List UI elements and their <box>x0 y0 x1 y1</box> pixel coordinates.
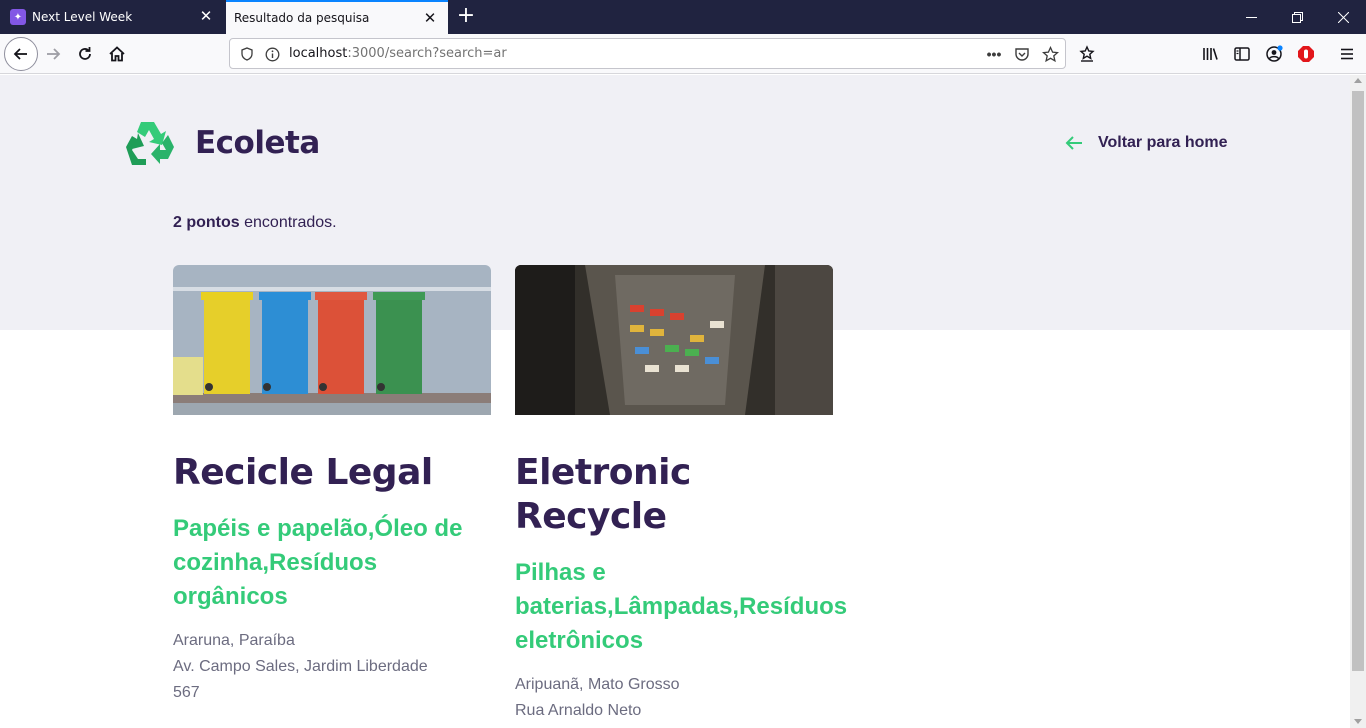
close-window-button[interactable] <box>1320 0 1366 34</box>
restore-icon <box>1291 11 1303 23</box>
forward-icon <box>47 48 61 60</box>
back-icon <box>13 48 27 60</box>
new-tab-button[interactable]: + <box>455 5 477 27</box>
point-street: Rua Arnaldo Neto <box>515 702 642 719</box>
url-path: :3000/search?search=ar <box>347 46 507 61</box>
point-street: Av. Campo Sales, Jardim Liberdade <box>173 658 428 675</box>
forward-button[interactable] <box>38 39 68 69</box>
recycle-icon <box>126 122 174 165</box>
logo[interactable]: Ecoleta <box>124 120 320 166</box>
page-actions-icon[interactable]: ••• <box>985 45 1003 63</box>
menu-button[interactable] <box>1332 39 1362 69</box>
url-host: localhost <box>289 46 348 61</box>
sidebar-button[interactable] <box>1227 39 1257 69</box>
results-count-text: encontrados. <box>239 214 337 231</box>
arrow-left-icon <box>1065 136 1082 150</box>
point-city-state: Aripuanã, Mato Grosso <box>515 676 680 693</box>
point-address: Aripuanã, Mato Grosso Rua Arnaldo Neto 9… <box>515 672 835 728</box>
minimize-icon <box>1245 16 1257 18</box>
save-to-pocket-button[interactable] <box>1072 39 1102 69</box>
tracking-shield-icon[interactable] <box>238 45 256 63</box>
restore-button[interactable] <box>1274 0 1320 34</box>
scroll-down-arrow-icon[interactable] <box>1354 719 1362 724</box>
browser-tab-bar: ✦ Next Level Week ✕ Resultado da pesquis… <box>0 0 1366 34</box>
point-number: 567 <box>173 684 200 701</box>
point-name: Recicle Legal <box>173 452 433 493</box>
rocket-favicon-icon: ✦ <box>10 9 26 25</box>
close-tab-icon[interactable]: ✕ <box>422 10 438 26</box>
tab-title: Resultado da pesquisa <box>234 11 370 25</box>
hamburger-menu-icon <box>1341 48 1353 60</box>
url-bar[interactable]: localhost:3000/search?search=ar ••• <box>229 38 1066 69</box>
bookmark-star-icon[interactable] <box>1041 45 1059 63</box>
point-address: Araruna, Paraíba Av. Campo Sales, Jardim… <box>173 628 493 706</box>
scroll-thumb[interactable] <box>1352 91 1364 671</box>
url-text[interactable]: localhost:3000/search?search=ar <box>289 39 507 68</box>
point-city-state: Araruna, Paraíba <box>173 632 295 649</box>
sidebar-icon <box>1234 47 1250 61</box>
close-window-icon <box>1337 11 1349 23</box>
adblock-button[interactable] <box>1291 39 1321 69</box>
page-scrollbar[interactable] <box>1350 75 1366 728</box>
point-name: Eletronic Recycle <box>515 452 691 537</box>
point-card: Eletronic Recycle Pilhas e baterias,Lâmp… <box>515 265 848 728</box>
library-button[interactable] <box>1195 39 1225 69</box>
page-content: Ecoleta Voltar para home 2 pontos encont… <box>0 75 1350 728</box>
reload-icon <box>79 47 91 60</box>
app-name: Ecoleta <box>195 125 320 161</box>
point-items: Pilhas e baterias,Lâmpadas,Resíduos elet… <box>515 559 848 654</box>
close-tab-icon[interactable]: ✕ <box>198 8 214 24</box>
library-icon <box>1203 48 1218 60</box>
home-icon <box>109 46 125 62</box>
home-button[interactable] <box>102 39 132 69</box>
point-image-electronics <box>515 265 833 415</box>
point-image-bins <box>173 265 491 415</box>
tab-search-results[interactable]: Resultado da pesquisa ✕ <box>226 0 448 34</box>
account-icon <box>1266 45 1283 62</box>
point-card: Recicle Legal Papéis e papelão,Óleo de c… <box>173 265 493 706</box>
reload-button[interactable] <box>70 39 100 69</box>
browser-toolbar: localhost:3000/search?search=ar ••• <box>0 34 1366 74</box>
tab-title: Next Level Week <box>32 10 133 24</box>
tab-next-level-week[interactable]: ✦ Next Level Week ✕ <box>0 0 224 34</box>
point-items: Papéis e papelão,Óleo de cozinha,Resíduo… <box>173 515 463 610</box>
account-button[interactable] <box>1259 39 1289 69</box>
back-home-link[interactable]: Voltar para home <box>1064 133 1228 153</box>
stop-hand-icon <box>1298 46 1314 62</box>
scroll-up-arrow-icon[interactable] <box>1354 78 1362 83</box>
minimize-button[interactable] <box>1228 0 1274 34</box>
bookmarks-star-tray-icon <box>1079 45 1095 62</box>
results-count: 2 pontos encontrados. <box>173 214 337 232</box>
point-number: 976 <box>515 724 835 728</box>
pocket-icon[interactable] <box>1013 45 1031 63</box>
site-info-icon[interactable] <box>263 45 281 63</box>
back-home-label: Voltar para home <box>1098 134 1228 151</box>
back-button[interactable] <box>4 37 38 71</box>
results-count-number: 2 pontos <box>173 214 240 231</box>
